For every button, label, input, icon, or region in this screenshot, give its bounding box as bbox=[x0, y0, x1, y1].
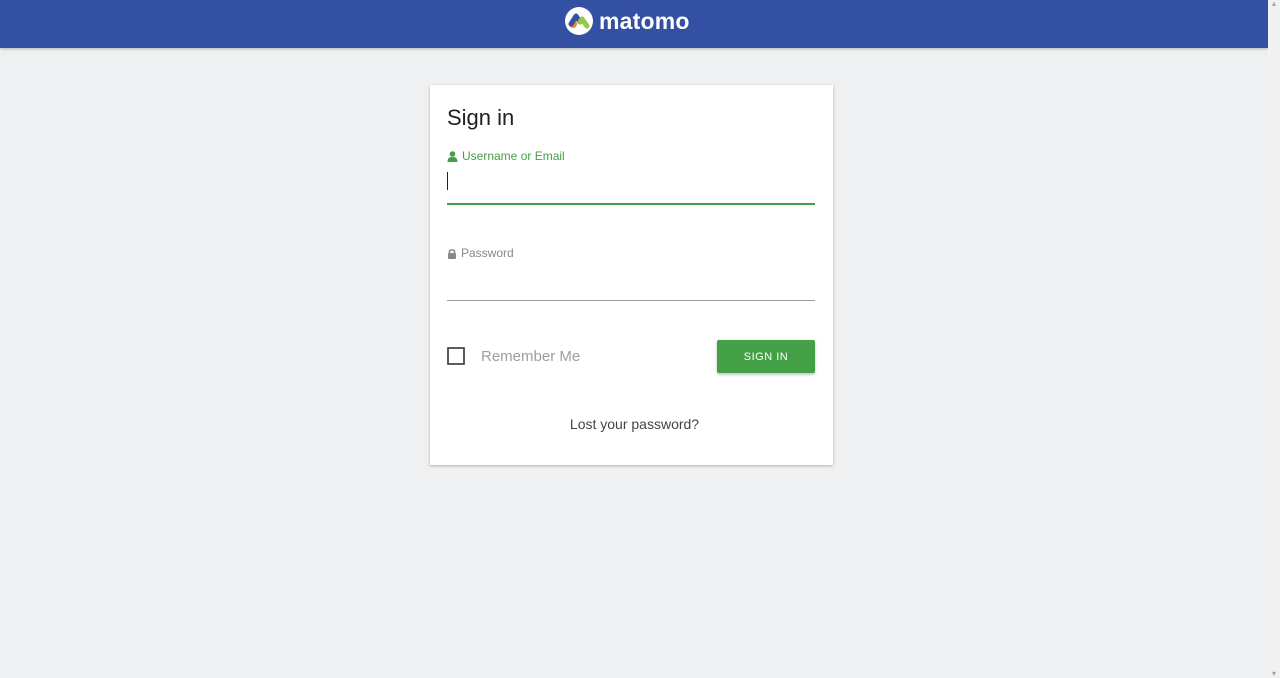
password-label-text: Password bbox=[461, 246, 514, 260]
checkbox-box[interactable] bbox=[447, 347, 465, 365]
logo-text: matomo bbox=[599, 8, 690, 34]
username-label: Username or Email bbox=[447, 149, 565, 163]
lock-icon bbox=[447, 248, 457, 259]
scrollbar[interactable]: ▴ ▾ bbox=[1268, 0, 1280, 678]
scroll-up-icon[interactable]: ▴ bbox=[1270, 0, 1278, 8]
scroll-down-icon[interactable]: ▾ bbox=[1270, 670, 1278, 678]
top-bar: matomo bbox=[0, 0, 1268, 48]
text-caret bbox=[447, 172, 448, 190]
username-input[interactable] bbox=[447, 171, 815, 205]
login-card: Sign in Username or Email Password Remem… bbox=[430, 85, 833, 465]
remember-me-label[interactable]: Remember Me bbox=[481, 348, 580, 365]
remember-me-checkbox[interactable]: Remember Me bbox=[447, 347, 580, 365]
matomo-logo-icon bbox=[565, 7, 593, 35]
page-title: Sign in bbox=[447, 105, 515, 130]
password-label: Password bbox=[447, 246, 514, 260]
lost-password-link[interactable]: Lost your password? bbox=[430, 416, 839, 432]
username-label-text: Username or Email bbox=[462, 149, 565, 163]
sign-in-button[interactable]: SIGN IN bbox=[717, 340, 815, 373]
user-icon bbox=[447, 150, 458, 162]
matomo-logo[interactable]: matomo bbox=[565, 6, 690, 36]
password-input[interactable] bbox=[447, 269, 815, 301]
